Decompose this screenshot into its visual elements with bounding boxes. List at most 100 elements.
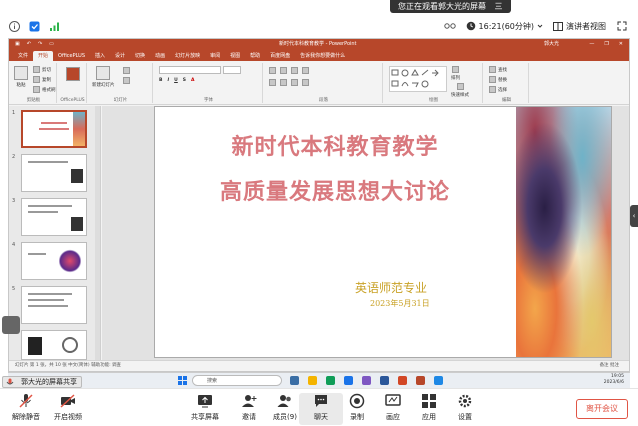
slide-thumbnail[interactable] (21, 286, 87, 324)
cut-label: 剪切 (42, 67, 51, 73)
tab-file[interactable]: 文件 (13, 51, 33, 61)
info-icon[interactable] (8, 20, 20, 32)
security-shield-icon[interactable] (28, 20, 40, 32)
chevron-down-icon[interactable] (537, 23, 543, 29)
bold-icon[interactable]: B (159, 78, 162, 83)
share-banner[interactable]: 您正在观看郭大光的屏幕 三 (390, 0, 511, 13)
new-slide-button[interactable]: 新建幻灯片 (92, 66, 115, 88)
chrome-icon[interactable] (398, 376, 407, 385)
slide-major-text[interactable]: 英语师范专业 (355, 279, 427, 296)
italic-icon[interactable]: I (167, 78, 169, 83)
indent-decrease-icon[interactable] (291, 67, 298, 74)
tab-transitions[interactable]: 切换 (130, 51, 150, 61)
tab-help[interactable]: 帮助 (245, 51, 265, 61)
undo-icon[interactable]: ↶ (27, 39, 31, 49)
shapes-gallery[interactable] (389, 66, 447, 92)
cut-button[interactable]: 剪切 (33, 66, 51, 73)
camera-switch-icon[interactable] (443, 20, 456, 32)
copy-button[interactable]: 复制 (33, 76, 51, 83)
tell-me-search[interactable]: 告诉我你想要做什么 (295, 51, 350, 61)
format-painter-button[interactable]: 格式刷 (33, 86, 56, 93)
edge-icon[interactable] (344, 376, 353, 385)
minimize-icon[interactable]: — (589, 39, 594, 49)
user-name[interactable]: 郭大光 (544, 39, 559, 49)
tab-animations[interactable]: 动画 (150, 51, 170, 61)
slide-thumbnail[interactable] (21, 330, 87, 360)
word-icon[interactable] (380, 376, 389, 385)
slide-thumbnail[interactable] (21, 198, 87, 236)
font-name-select[interactable] (159, 66, 221, 74)
reset-button[interactable] (123, 77, 130, 84)
strikethrough-icon[interactable]: S (183, 78, 186, 83)
status-right-text[interactable]: 备注 批注 (600, 361, 619, 371)
officeplus-button[interactable] (66, 67, 80, 81)
align-left-icon[interactable] (269, 79, 276, 86)
view-mode-selector[interactable]: 演讲者视图 (553, 21, 606, 32)
powerpoint-icon[interactable] (416, 376, 425, 385)
tab-insert[interactable]: 插入 (90, 51, 110, 61)
slide-thumbnail[interactable] (21, 154, 87, 192)
paste-button[interactable]: 粘贴 (14, 66, 28, 88)
chat-label: 聊天 (314, 413, 328, 421)
numbering-icon[interactable] (280, 67, 287, 74)
share-screen-button[interactable]: 共享屏幕 (183, 393, 227, 422)
slide-thumbnail[interactable] (21, 242, 87, 280)
current-slide[interactable]: 新时代本科教育教学 高质量发展思想大讨论 英语师范专业 2023年5月31日 (154, 106, 612, 358)
clock-icon (466, 21, 475, 31)
tab-design[interactable]: 设计 (110, 51, 130, 61)
tab-home[interactable]: 开始 (33, 51, 54, 61)
taskbar-clock[interactable]: 19:05 2023/6/6 (604, 374, 624, 386)
indent-increase-icon[interactable] (302, 67, 309, 74)
share-banner-menu-icon[interactable]: 三 (495, 2, 503, 11)
present-icon[interactable]: ▭ (49, 39, 54, 49)
select-button[interactable]: 选择 (489, 86, 507, 93)
wechat-icon[interactable] (326, 376, 335, 385)
ribbon-tabs: 文件 开始 OfficePLUS 插入 设计 切换 动画 幻灯片放映 审阅 视图… (9, 49, 629, 61)
thumb-text-line (28, 205, 72, 207)
thumbnail-scrollbar[interactable] (95, 106, 100, 361)
font-size-select[interactable] (223, 66, 241, 74)
find-button[interactable]: 查找 (489, 66, 507, 73)
taskbar-search-placeholder: 搜索 (207, 378, 218, 384)
close-icon[interactable]: ✕ (619, 39, 623, 49)
font-color-icon[interactable]: A (191, 78, 194, 83)
replace-button[interactable]: 替换 (489, 76, 507, 83)
restore-icon[interactable]: ❐ (604, 39, 608, 49)
tab-officeplus[interactable]: OfficePLUS (53, 51, 90, 61)
layout-button[interactable] (123, 67, 130, 74)
meeting-app-icon[interactable] (434, 376, 443, 385)
task-view-icon[interactable] (290, 376, 299, 385)
align-right-icon[interactable] (291, 79, 298, 86)
align-center-icon[interactable] (280, 79, 287, 86)
save-icon[interactable]: ▣ (15, 39, 20, 49)
arrange-label: 排列 (451, 76, 460, 81)
fullscreen-icon[interactable] (616, 20, 628, 32)
meeting-timer: 16:21(60分钟) (466, 21, 543, 32)
side-panel-handle[interactable]: ‹ (630, 205, 638, 227)
settings-button[interactable]: 设置 (443, 393, 487, 422)
file-explorer-icon[interactable] (308, 376, 317, 385)
slide-thumbnail[interactable] (21, 110, 87, 148)
slide-title-line2[interactable]: 高质量发展思想大讨论 (155, 174, 515, 206)
mute-button[interactable]: 解除静音 (4, 393, 48, 422)
redo-icon[interactable]: ↷ (38, 39, 42, 49)
screen-sharer-indicator[interactable]: 郭大光的屏幕共享 (2, 376, 82, 388)
quick-styles-button[interactable]: 快速样式 (451, 83, 469, 98)
app-icon[interactable] (362, 376, 371, 385)
tab-baidu-netdisk[interactable]: 百度网盘 (265, 51, 295, 61)
taskbar-search-box[interactable]: 搜索 (192, 375, 282, 386)
tab-slideshow[interactable]: 幻灯片放映 (170, 51, 205, 61)
bullets-icon[interactable] (269, 67, 276, 74)
slide-date-text[interactable]: 2023年5月31日 (370, 298, 430, 309)
tab-review[interactable]: 审阅 (205, 51, 225, 61)
floating-menu-button[interactable] (2, 316, 20, 334)
justify-icon[interactable] (302, 79, 309, 86)
slide-title-line1[interactable]: 新时代本科教育教学 (155, 129, 515, 161)
tab-view[interactable]: 视图 (225, 51, 245, 61)
arrange-button[interactable]: 排列 (451, 66, 460, 81)
windows-start-icon[interactable] (178, 376, 187, 385)
start-video-button[interactable]: 开启视频 (46, 393, 90, 422)
leave-meeting-button[interactable]: 离开会议 (576, 399, 628, 419)
quick-access-toolbar: ▣ ↶ ↷ ▭ (15, 39, 54, 49)
underline-icon[interactable]: U (174, 78, 178, 83)
